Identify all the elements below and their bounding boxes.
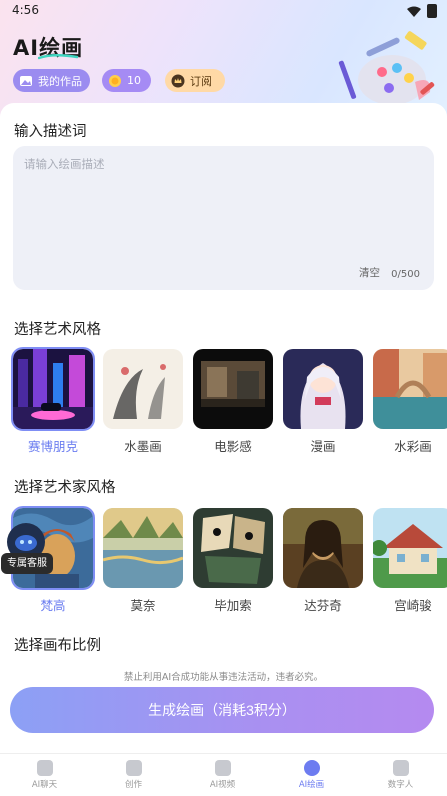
status-bar: 4:56	[0, 0, 447, 22]
ink-thumbnail	[103, 349, 183, 429]
tab-ai-painting[interactable]: AI绘画	[267, 754, 356, 796]
palette-icon	[303, 760, 320, 776]
description-heading: 输入描述词	[14, 124, 87, 140]
image-icon	[20, 75, 32, 86]
points-value: 10	[127, 74, 141, 87]
style-label: 水墨画	[124, 439, 162, 454]
tab-ai-video[interactable]: AI视频	[178, 754, 267, 796]
description-input[interactable]: 请输入绘画描述 清空 0/500	[13, 146, 434, 290]
monet-thumbnail	[103, 508, 183, 588]
tab-label: AI聊天	[31, 780, 58, 790]
art-style-heading: 选择艺术风格	[14, 322, 101, 338]
tab-label: AI视频	[209, 780, 236, 790]
tab-label: 创作	[124, 780, 142, 790]
tab-digital-human[interactable]: 数字人	[356, 754, 445, 796]
art-style-list: 赛博朋克 水墨画 电影感 漫画 水彩画	[11, 347, 447, 469]
miyazaki-thumbnail	[373, 508, 447, 588]
artist-item-davinci[interactable]: 达芬奇	[283, 508, 363, 614]
clear-button[interactable]: 清空	[359, 265, 380, 280]
generate-button[interactable]: 生成绘画（消耗3积分）	[10, 687, 434, 733]
style-label: 水彩画	[394, 439, 432, 454]
tab-create[interactable]: 创作	[89, 754, 178, 796]
tab-label: AI绘画	[298, 780, 325, 790]
artist-style-heading: 选择艺术家风格	[14, 480, 116, 496]
description-placeholder: 请输入绘画描述	[24, 157, 105, 171]
subscribe-button[interactable]: 订阅	[165, 69, 225, 92]
legal-notice: 禁止利用AI合成功能从事违法活动，违者必究。	[123, 672, 324, 683]
canvas-ratio-heading: 选择画布比例	[14, 638, 101, 654]
tab-ai-chat[interactable]: AI聊天	[0, 754, 89, 796]
style-label: 宫崎骏	[394, 598, 432, 613]
status-time: 4:56	[12, 3, 39, 17]
style-item-cyberpunk[interactable]: 赛博朋克	[11, 347, 95, 455]
coin-icon	[109, 74, 121, 87]
artist-item-miyazaki[interactable]: 宫崎骏	[373, 508, 447, 614]
robot-icon	[392, 760, 409, 776]
char-count: 0/500	[391, 269, 420, 280]
palette-illustration	[338, 31, 435, 105]
battery-icon	[427, 4, 437, 18]
artist-style-list: 梵高 莫奈 毕加索 达芬奇 宫崎骏	[11, 506, 447, 628]
cyberpunk-thumbnail	[11, 347, 95, 431]
style-label: 赛博朋克	[27, 439, 78, 454]
bulb-icon	[125, 760, 142, 776]
style-label: 莫奈	[130, 598, 156, 613]
style-item-cinematic[interactable]: 电影感	[193, 349, 273, 455]
tab-label: 数字人	[387, 780, 414, 790]
wifi-icon	[407, 6, 421, 17]
chat-icon	[36, 760, 53, 776]
comic-thumbnail	[283, 349, 363, 429]
style-label: 达芬奇	[304, 598, 342, 613]
style-item-ink[interactable]: 水墨画	[103, 349, 183, 455]
style-label: 电影感	[214, 439, 252, 454]
bottom-tab-bar: AI聊天 创作 AI视频 AI绘画 数字人	[0, 753, 447, 796]
style-item-watercolor[interactable]: 水彩画	[373, 349, 447, 455]
video-icon	[214, 760, 231, 776]
subscribe-label: 订阅	[190, 74, 212, 88]
davinci-thumbnail	[283, 508, 363, 588]
title-underline	[38, 54, 78, 60]
style-label: 毕加索	[214, 598, 252, 613]
status-icons	[407, 4, 437, 18]
watercolor-thumbnail	[373, 349, 447, 429]
my-works-label: 我的作品	[38, 74, 82, 88]
picasso-thumbnail	[193, 508, 273, 588]
crown-icon	[171, 74, 185, 87]
style-label: 梵高	[40, 598, 66, 613]
cinematic-thumbnail	[193, 349, 273, 429]
artist-item-picasso[interactable]: 毕加索	[193, 508, 273, 614]
customer-service-label: 专属客服	[1, 553, 53, 574]
style-label: 漫画	[310, 439, 336, 454]
artist-item-monet[interactable]: 莫奈	[103, 508, 183, 614]
customer-service-button[interactable]: 专属客服	[1, 523, 77, 583]
my-works-button[interactable]: 我的作品	[13, 69, 90, 92]
points-badge[interactable]: 10	[102, 69, 151, 92]
style-item-comic[interactable]: 漫画	[283, 349, 363, 455]
